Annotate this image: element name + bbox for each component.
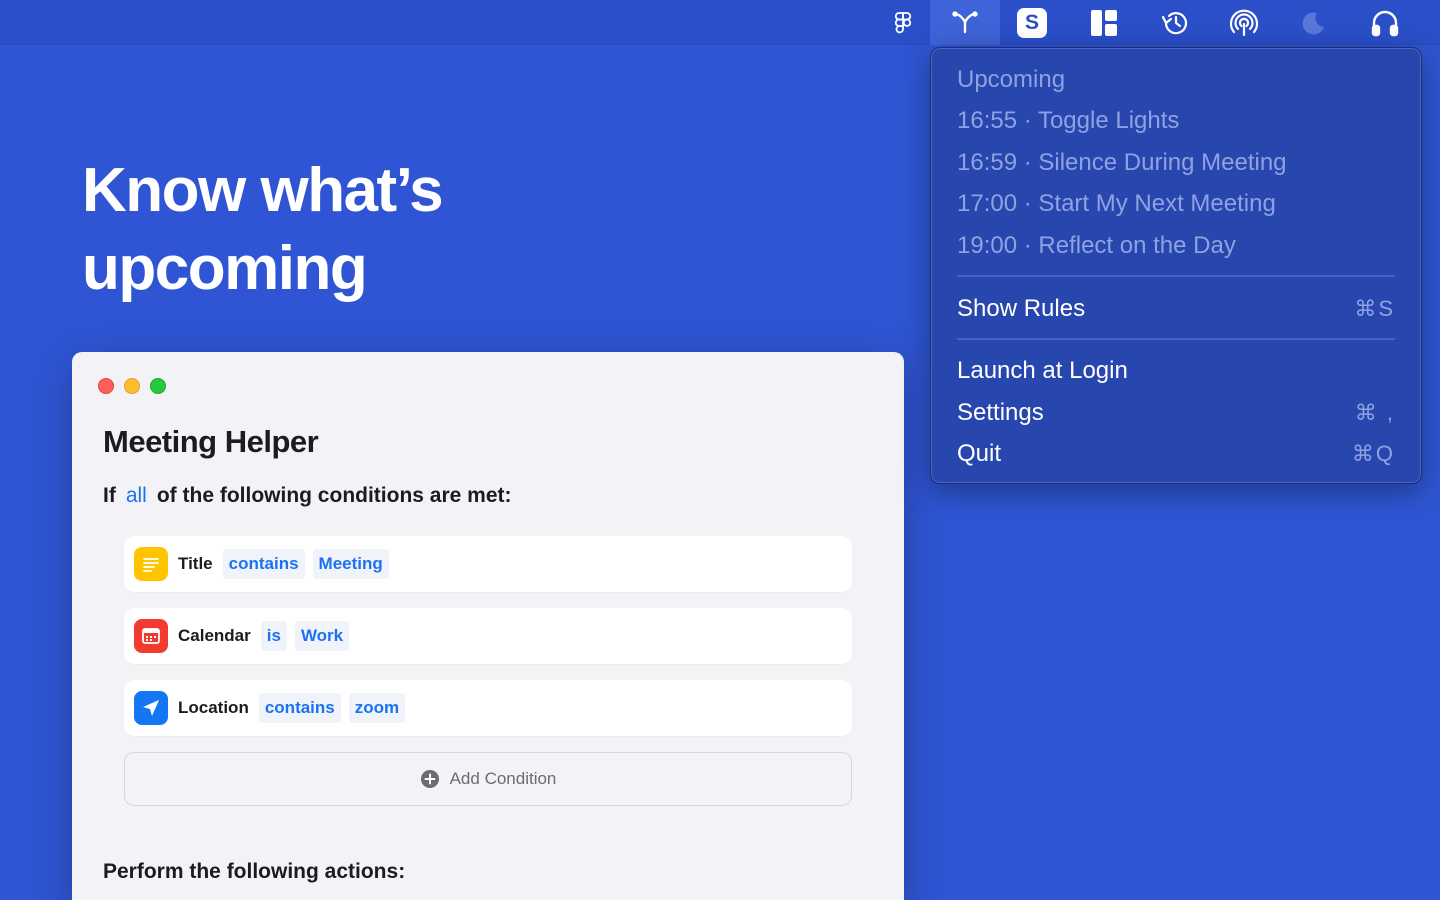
condition-mode-selector[interactable]: all (126, 484, 147, 508)
calendar-icon (134, 619, 168, 653)
menu-header-upcoming: Upcoming (957, 60, 1395, 100)
s-app-icon[interactable]: S (1009, 0, 1055, 45)
window-title: Meeting Helper (103, 424, 319, 459)
condition-sentence: If all of the following conditions are m… (103, 484, 512, 508)
figma-icon[interactable] (880, 0, 926, 45)
conditions-list: Title contains Meeting Calendar is Work (124, 536, 852, 806)
minimize-button[interactable] (124, 378, 140, 394)
moon-icon[interactable] (1290, 0, 1336, 45)
upcoming-item-label: 19:00 · Reflect on the Day (957, 232, 1236, 259)
page-headline: Know what’s upcoming (82, 152, 602, 308)
condition-operator[interactable]: contains (258, 693, 341, 723)
status-menu-dropdown: Upcoming 16:55 · Toggle Lights 16:59 · S… (930, 47, 1422, 484)
quit-label: Quit (957, 440, 1002, 467)
condition-row-calendar[interactable]: Calendar is Work (124, 608, 852, 664)
shortcut-fork-icon[interactable] (930, 0, 1000, 45)
upcoming-item-label: 17:00 · Start My Next Meeting (957, 190, 1276, 217)
condition-operator[interactable]: is (260, 621, 287, 651)
location-arrow-icon (134, 691, 168, 725)
condition-operator[interactable]: contains (222, 549, 305, 579)
condition-value[interactable]: zoom (348, 693, 406, 723)
close-button[interactable] (98, 378, 114, 394)
menu-bar: S (0, 0, 1440, 45)
condition-suffix: of the following conditions are met: (156, 484, 512, 507)
upcoming-item: 16:59 · Silence During Meeting (957, 143, 1395, 183)
notes-icon (134, 547, 168, 581)
condition-label: Location (178, 698, 249, 717)
layout-grid-icon[interactable] (1081, 0, 1127, 45)
settings-label: Settings (957, 399, 1044, 426)
window-controls (98, 378, 166, 394)
menu-separator (957, 338, 1395, 340)
history-icon[interactable] (1152, 0, 1198, 45)
menu-item-show-rules[interactable]: Show Rules ⌘S (957, 289, 1395, 329)
upcoming-item: 19:00 · Reflect on the Day (957, 226, 1395, 266)
headline-line-1: Know what’s (82, 156, 444, 225)
add-condition-button[interactable]: Add Condition (124, 752, 852, 806)
headphones-icon[interactable] (1362, 0, 1408, 45)
launch-at-login-label: Launch at Login (957, 357, 1128, 384)
actions-heading: Perform the following actions: (103, 860, 406, 883)
upcoming-item: 16:55 · Toggle Lights (957, 101, 1395, 141)
condition-row-title[interactable]: Title contains Meeting (124, 536, 852, 592)
upcoming-item: 17:00 · Start My Next Meeting (957, 184, 1395, 224)
condition-row-location[interactable]: Location contains zoom (124, 680, 852, 736)
upcoming-item-label: 16:59 · Silence During Meeting (957, 149, 1287, 176)
condition-label: Title (178, 554, 213, 573)
quit-shortcut: ⌘Q (1351, 441, 1395, 466)
show-rules-shortcut: ⌘S (1354, 296, 1395, 321)
plus-circle-icon (420, 770, 439, 788)
headline-line-2: upcoming (82, 234, 368, 303)
upcoming-item-label: 16:55 · Toggle Lights (957, 107, 1180, 134)
upcoming-header-label: Upcoming (957, 66, 1066, 93)
menu-item-launch-at-login[interactable]: Launch at Login (957, 351, 1395, 391)
airdrop-icon[interactable] (1221, 0, 1267, 45)
condition-label: Calendar (178, 626, 251, 645)
zoom-button[interactable] (150, 378, 166, 394)
add-condition-label: Add Condition (449, 769, 557, 788)
settings-shortcut: ⌘ , (1354, 400, 1395, 425)
condition-prefix: If (103, 484, 116, 507)
condition-value[interactable]: Work (294, 621, 350, 651)
meeting-helper-window: Meeting Helper If all of the following c… (72, 352, 904, 900)
show-rules-label: Show Rules (957, 295, 1086, 322)
s-app-letter: S (1024, 10, 1039, 34)
menu-item-quit[interactable]: Quit ⌘Q (957, 434, 1395, 474)
menu-separator (957, 275, 1395, 277)
menu-item-settings[interactable]: Settings ⌘ , (957, 393, 1395, 433)
condition-value[interactable]: Meeting (312, 549, 389, 579)
